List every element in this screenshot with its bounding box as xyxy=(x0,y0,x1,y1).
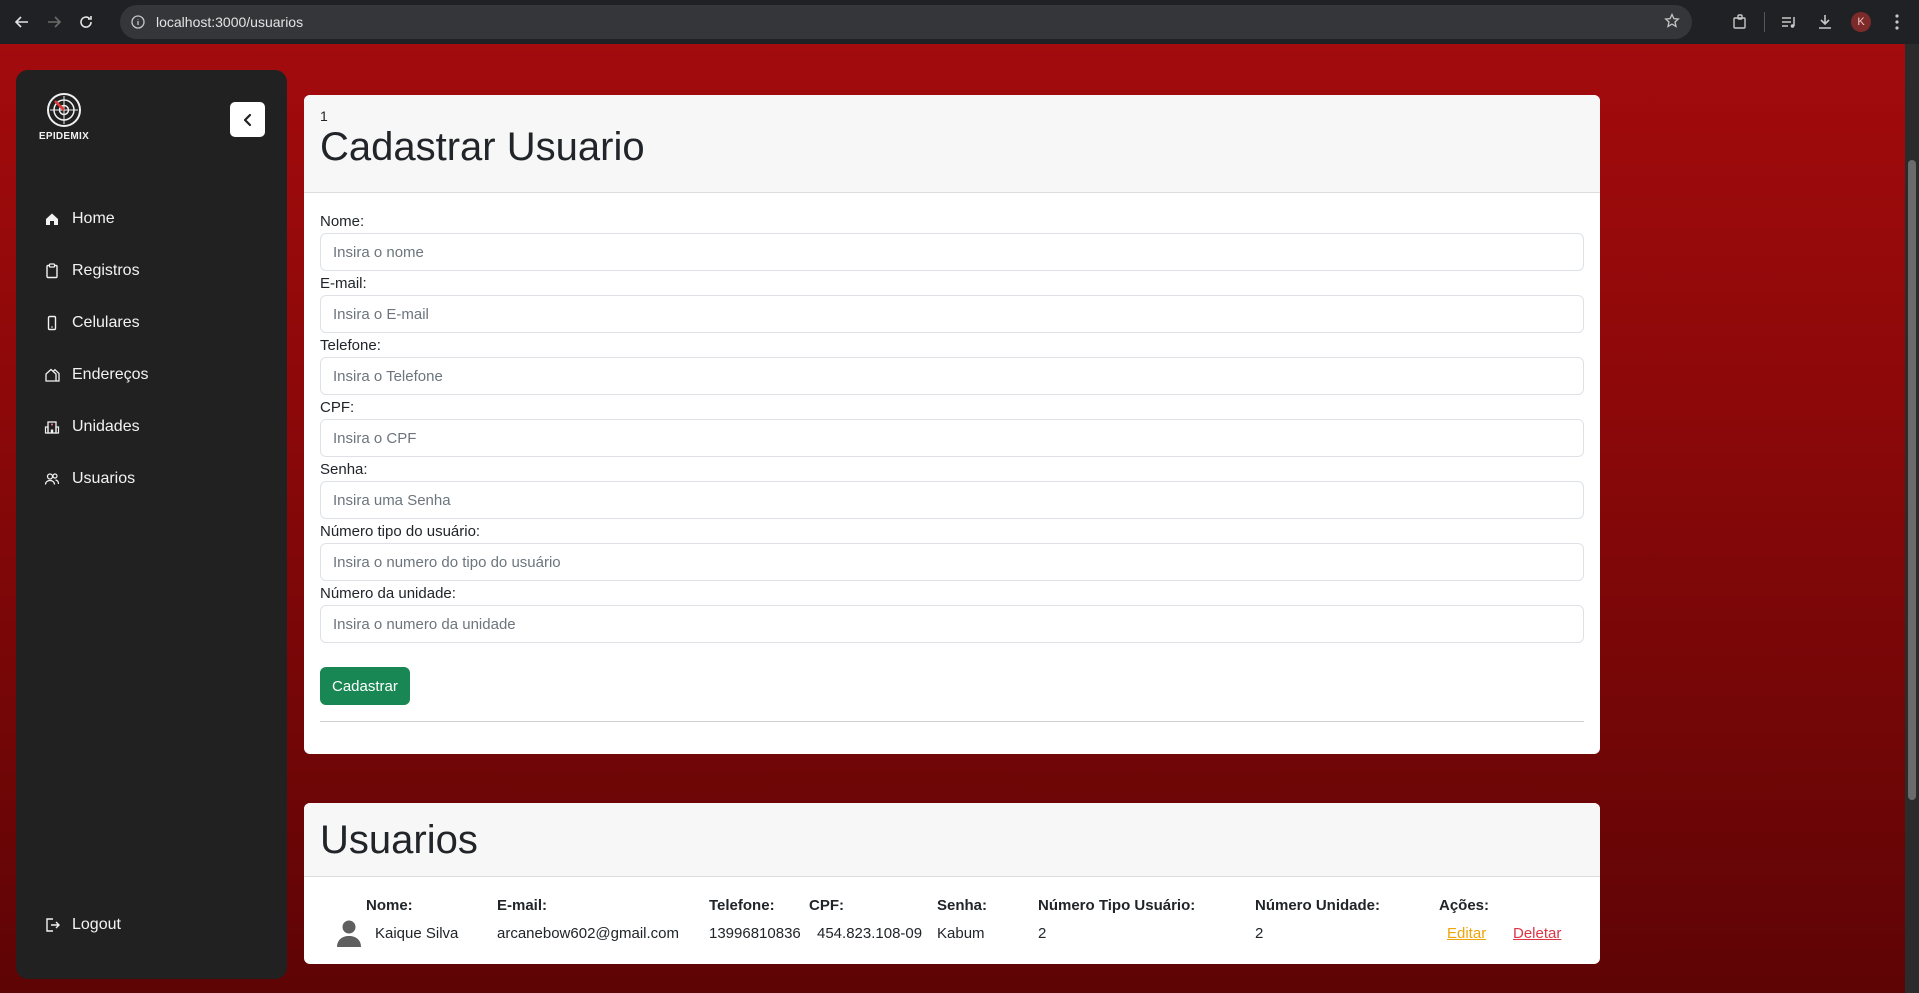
column-header-acoes: Ações: xyxy=(1439,897,1490,914)
browser-actions: K xyxy=(1722,0,1919,44)
page-scrollbar[interactable] xyxy=(1905,44,1919,993)
site-info-icon[interactable] xyxy=(120,15,156,29)
register-user-form: Nome: E-mail: Telefone: CPF: Senha: Núme… xyxy=(304,193,1600,722)
cpf-input[interactable] xyxy=(320,419,1584,457)
bookmark-star-icon[interactable] xyxy=(1664,12,1680,34)
sidebar-item-label: Celulares xyxy=(72,314,140,331)
scrollbar-thumb[interactable] xyxy=(1908,160,1916,800)
unidade-input[interactable] xyxy=(320,605,1584,643)
cell-telefone: 13996810836 xyxy=(709,925,801,942)
sidebar-item-celulares[interactable]: Celulares xyxy=(44,297,149,349)
counter-text: 1 xyxy=(320,108,328,124)
cell-cpf: 454.823.108-09 xyxy=(817,925,923,942)
download-icon[interactable] xyxy=(1807,13,1843,31)
sidebar-item-label: Home xyxy=(72,210,115,227)
sidebar-item-label: Unidades xyxy=(72,418,140,435)
nome-input[interactable] xyxy=(320,233,1584,271)
kebab-menu-icon[interactable] xyxy=(1879,14,1915,30)
user-avatar-icon xyxy=(336,919,362,951)
column-header-telefone: Telefone: xyxy=(709,897,775,914)
users-list-card: Usuarios Nome: E-mail: Telefone: CPF: Se… xyxy=(304,803,1600,964)
sidebar-item-label: Usuarios xyxy=(72,470,136,487)
email-input[interactable] xyxy=(320,295,1584,333)
back-icon[interactable] xyxy=(8,8,36,36)
column-header-nome: Nome: xyxy=(366,897,413,914)
sidebar-item-usuarios[interactable]: Usuarios xyxy=(44,453,149,505)
column-header-senha: Senha: xyxy=(937,897,988,914)
page-viewport: EPIDEMIX Home Registros Celulares Endere… xyxy=(0,44,1905,993)
cell-tipo-usuario: 2 xyxy=(1038,925,1047,942)
building-icon xyxy=(44,419,72,435)
unidade-label: Número da unidade: xyxy=(320,585,456,602)
extensions-icon[interactable] xyxy=(1722,13,1758,31)
email-field-group: E-mail: xyxy=(320,275,1584,333)
forward-icon[interactable] xyxy=(40,8,68,36)
tipo-usuario-field-group: Número tipo do usuário: xyxy=(320,523,1584,581)
profile-avatar[interactable]: K xyxy=(1843,12,1879,32)
telefone-label: Telefone: xyxy=(320,337,381,354)
sidebar-item-unidades[interactable]: Unidades xyxy=(44,401,149,453)
section-title: Usuarios xyxy=(320,818,478,862)
cadastrar-button[interactable]: Cadastrar xyxy=(320,667,410,705)
email-label: E-mail: xyxy=(320,275,367,292)
users-icon xyxy=(44,471,72,487)
sidebar-item-enderecos[interactable]: Endereços xyxy=(44,349,149,401)
logout-icon xyxy=(44,917,72,933)
sidebar-item-registros[interactable]: Registros xyxy=(44,245,149,297)
cell-senha: Kabum xyxy=(937,925,985,942)
logo-text: EPIDEMIX xyxy=(38,131,90,142)
column-header-cpf: CPF: xyxy=(809,897,844,914)
page-title: Cadastrar Usuario xyxy=(320,125,645,169)
column-header-unidade: Número Unidade: xyxy=(1255,897,1381,914)
app-logo[interactable]: EPIDEMIX xyxy=(36,92,92,142)
sidebar-item-label: Registros xyxy=(72,262,140,279)
senha-label: Senha: xyxy=(320,461,368,478)
sidebar-item-label: Endereços xyxy=(72,366,149,383)
card-header: 1 Cadastrar Usuario xyxy=(304,95,1600,193)
column-header-email: E-mail: xyxy=(497,897,548,914)
phone-icon xyxy=(44,315,72,331)
sidebar: EPIDEMIX Home Registros Celulares Endere… xyxy=(16,70,287,979)
telefone-field-group: Telefone: xyxy=(320,337,1584,395)
divider xyxy=(320,721,1584,722)
profile-initial: K xyxy=(1851,12,1871,32)
collapse-sidebar-button[interactable] xyxy=(230,102,265,137)
cell-unidade: 2 xyxy=(1255,925,1264,942)
address-bar[interactable]: localhost:3000/usuarios xyxy=(120,5,1692,39)
home-icon xyxy=(44,211,72,227)
nome-label: Nome: xyxy=(320,213,365,230)
card-header: Usuarios xyxy=(304,803,1600,877)
logout-label: Logout xyxy=(72,916,121,933)
senha-input[interactable] xyxy=(320,481,1584,519)
chevron-left-icon xyxy=(243,113,251,126)
tipo-usuario-input[interactable] xyxy=(320,543,1584,581)
media-queue-icon[interactable] xyxy=(1771,13,1807,31)
cell-nome: Kaique Silva xyxy=(375,925,459,942)
address-icon xyxy=(44,367,72,383)
radar-logo-icon xyxy=(47,93,81,127)
nome-field-group: Nome: xyxy=(320,213,1584,271)
telefone-input[interactable] xyxy=(320,357,1584,395)
url-text: localhost:3000/usuarios xyxy=(156,14,304,30)
register-user-card: 1 Cadastrar Usuario Nome: E-mail: Telefo… xyxy=(304,95,1600,754)
tipo-usuario-label: Número tipo do usuário: xyxy=(320,523,481,540)
senha-field-group: Senha: xyxy=(320,461,1584,519)
users-table: Nome: E-mail: Telefone: CPF: Senha: Núme… xyxy=(304,877,1600,964)
sidebar-menu: Home Registros Celulares Endereços Unida… xyxy=(44,193,149,505)
column-header-tipo-usuario: Número Tipo Usuário: xyxy=(1038,897,1196,914)
delete-link[interactable]: Deletar xyxy=(1513,925,1561,942)
cpf-label: CPF: xyxy=(320,399,355,416)
reload-icon[interactable] xyxy=(72,8,100,36)
cpf-field-group: CPF: xyxy=(320,399,1584,457)
clipboard-icon xyxy=(44,263,72,279)
sidebar-item-home[interactable]: Home xyxy=(44,193,149,245)
cell-email: arcanebow602@gmail.com xyxy=(497,925,679,942)
toolbar-separator xyxy=(1764,12,1765,32)
browser-toolbar: localhost:3000/usuarios K xyxy=(0,0,1919,44)
logout-button[interactable]: Logout xyxy=(44,916,121,934)
unidade-field-group: Número da unidade: xyxy=(320,585,1584,643)
edit-link[interactable]: Editar xyxy=(1447,925,1486,942)
